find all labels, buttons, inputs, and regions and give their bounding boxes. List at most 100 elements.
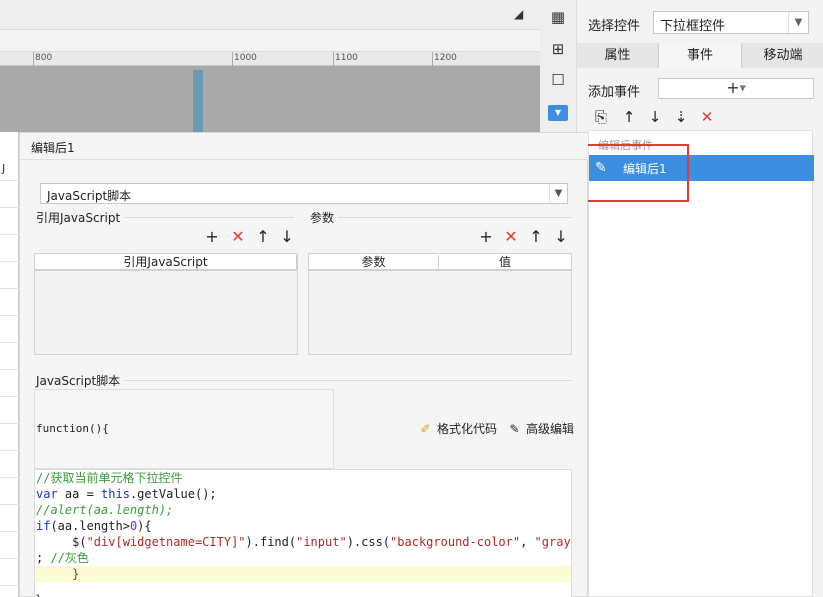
chevron-down-icon[interactable]: ▼	[549, 184, 567, 203]
widget-settings-icon[interactable]: ⊞	[549, 40, 567, 58]
move-down-icon[interactable]: ↓	[552, 228, 570, 246]
event-toolbar: ⎘ ↑ ↓ ⇣ ✕	[587, 104, 807, 130]
ruler-tick	[333, 52, 334, 66]
advanced-edit-button[interactable]: ✎ 高级编辑	[507, 420, 574, 437]
dialog-titlebar: 编辑后1	[20, 133, 588, 160]
code-line: var aa = this.getValue();	[36, 487, 217, 501]
dialog-title: 编辑后1	[31, 141, 75, 155]
row-line	[0, 180, 19, 181]
format-code-button[interactable]: ✐ 格式化代码	[418, 420, 497, 437]
row-line	[0, 558, 19, 559]
section-divider	[310, 217, 572, 218]
function-signature: function(){	[36, 422, 109, 435]
ref-js-section-title: 引用JavaScript	[36, 209, 125, 226]
event-type-value: JavaScript脚本	[47, 189, 132, 203]
add-event-button[interactable]: +▼	[658, 78, 814, 99]
copy-icon[interactable]: ⎘	[592, 107, 610, 127]
code-editor[interactable]: //获取当前单元格下拉控件 var aa = this.getValue(); …	[34, 469, 572, 597]
row-line	[0, 207, 19, 208]
row-line	[0, 261, 19, 262]
add-icon: +	[726, 78, 740, 97]
row-line	[0, 477, 19, 478]
dropdown-widget-icon[interactable]: ▼	[548, 105, 568, 121]
code-line: $("div[widgetname=CITY]").find("input").…	[36, 535, 571, 549]
add-icon[interactable]: +	[203, 228, 221, 246]
current-line-highlight	[35, 566, 571, 582]
highlight-annotation	[586, 144, 689, 202]
ref-js-table[interactable]: 引用JavaScript	[34, 253, 298, 355]
properties-panel: 选择控件 下拉框控件 ▼ 属性 事件 移动端 添加事件 +▼ ⎘ ↑ ↓ ⇣ ✕…	[576, 0, 823, 597]
column-guide	[193, 70, 203, 132]
column-header: J	[2, 162, 6, 175]
table-header: 参数 值	[309, 254, 571, 271]
top-toolbar: ◢	[0, 0, 540, 30]
layout-grid-icon[interactable]: ▦	[549, 8, 567, 26]
row-line	[0, 531, 19, 532]
tab-mobile[interactable]: 移动端	[742, 43, 823, 68]
row-line	[0, 234, 19, 235]
delete-icon[interactable]: ✕	[698, 107, 716, 127]
tab-properties[interactable]: 属性	[577, 43, 659, 68]
move-up-icon[interactable]: ↑	[527, 228, 545, 246]
move-down-icon[interactable]: ↓	[646, 107, 664, 127]
move-up-icon[interactable]: ↑	[620, 107, 638, 127]
code-line: }	[36, 567, 80, 581]
code-line: if(aa.length>0){	[36, 519, 152, 533]
params-section-title: 参数	[310, 209, 339, 226]
row-line	[0, 396, 19, 397]
ruler-tick-label: 1000	[234, 53, 257, 63]
row-line	[0, 315, 19, 316]
add-icon[interactable]: +	[477, 228, 495, 246]
move-bottom-icon[interactable]: ⇣	[672, 107, 690, 127]
design-canvas[interactable]	[0, 66, 540, 132]
row-line	[0, 504, 19, 505]
code-line: //获取当前单元格下拉控件	[36, 471, 183, 485]
select-control-label: 选择控件	[588, 19, 641, 34]
select-control-dropdown[interactable]: 下拉框控件 ▼	[653, 11, 809, 34]
ref-js-column-header[interactable]: 引用JavaScript	[35, 255, 297, 270]
param-value-column-header[interactable]: 值	[439, 255, 571, 270]
event-editor-dialog: 编辑后1 JavaScript脚本 ▼ 引用JavaScript + ✕ ↑ ↓…	[19, 132, 588, 597]
ruler-tick-label: 1200	[434, 53, 457, 63]
formula-bar	[0, 30, 540, 52]
move-up-icon[interactable]: ↑	[254, 228, 272, 246]
tab-events[interactable]: 事件	[659, 43, 742, 68]
row-line	[0, 342, 19, 343]
broom-icon: ✐	[420, 422, 431, 436]
row-line	[0, 450, 19, 451]
chevron-down-icon[interactable]: ▼	[788, 12, 808, 33]
horizontal-ruler: 800 1000 1100 1200	[0, 52, 540, 66]
ruler-tick	[33, 52, 34, 66]
panel-tabs: 属性 事件 移动端	[577, 43, 823, 68]
move-down-icon[interactable]: ↓	[278, 228, 296, 246]
row-line	[0, 369, 19, 370]
ruler-tick	[432, 52, 433, 66]
select-control-value: 下拉框控件	[660, 19, 726, 34]
advanced-edit-label: 高级编辑	[526, 422, 575, 436]
ruler-tick	[232, 52, 233, 66]
code-line: ; //灰色	[36, 551, 89, 565]
frame-icon[interactable]: ☐	[549, 71, 567, 89]
ruler-tick-label: 1100	[335, 53, 358, 63]
code-line: //alert(aa.length);	[36, 503, 174, 517]
row-line	[0, 288, 19, 289]
row-line	[0, 423, 19, 424]
add-event-label: 添加事件	[588, 85, 641, 100]
param-name-column-header[interactable]: 参数	[309, 255, 439, 270]
table-header: 引用JavaScript	[35, 254, 297, 271]
row-line	[0, 585, 19, 586]
ruler-tick-label: 800	[35, 53, 53, 63]
function-closing-brace: }	[35, 593, 42, 597]
edit-icon: ✎	[509, 422, 520, 436]
params-table[interactable]: 参数 值	[308, 253, 572, 355]
widget-icon-strip: ▦ ⊞ ☐ ▼	[540, 0, 576, 130]
function-header-area: function(){	[34, 389, 334, 469]
collapse-icon[interactable]: ◢	[514, 7, 528, 21]
event-type-select[interactable]: JavaScript脚本 ▼	[40, 183, 568, 204]
delete-icon[interactable]: ✕	[502, 228, 520, 246]
sheet-column-strip: J	[0, 132, 19, 597]
chevron-down-icon: ▼	[739, 83, 746, 93]
delete-icon[interactable]: ✕	[229, 228, 247, 246]
format-code-label: 格式化代码	[437, 422, 498, 436]
script-section-title: JavaScript脚本	[36, 372, 125, 389]
